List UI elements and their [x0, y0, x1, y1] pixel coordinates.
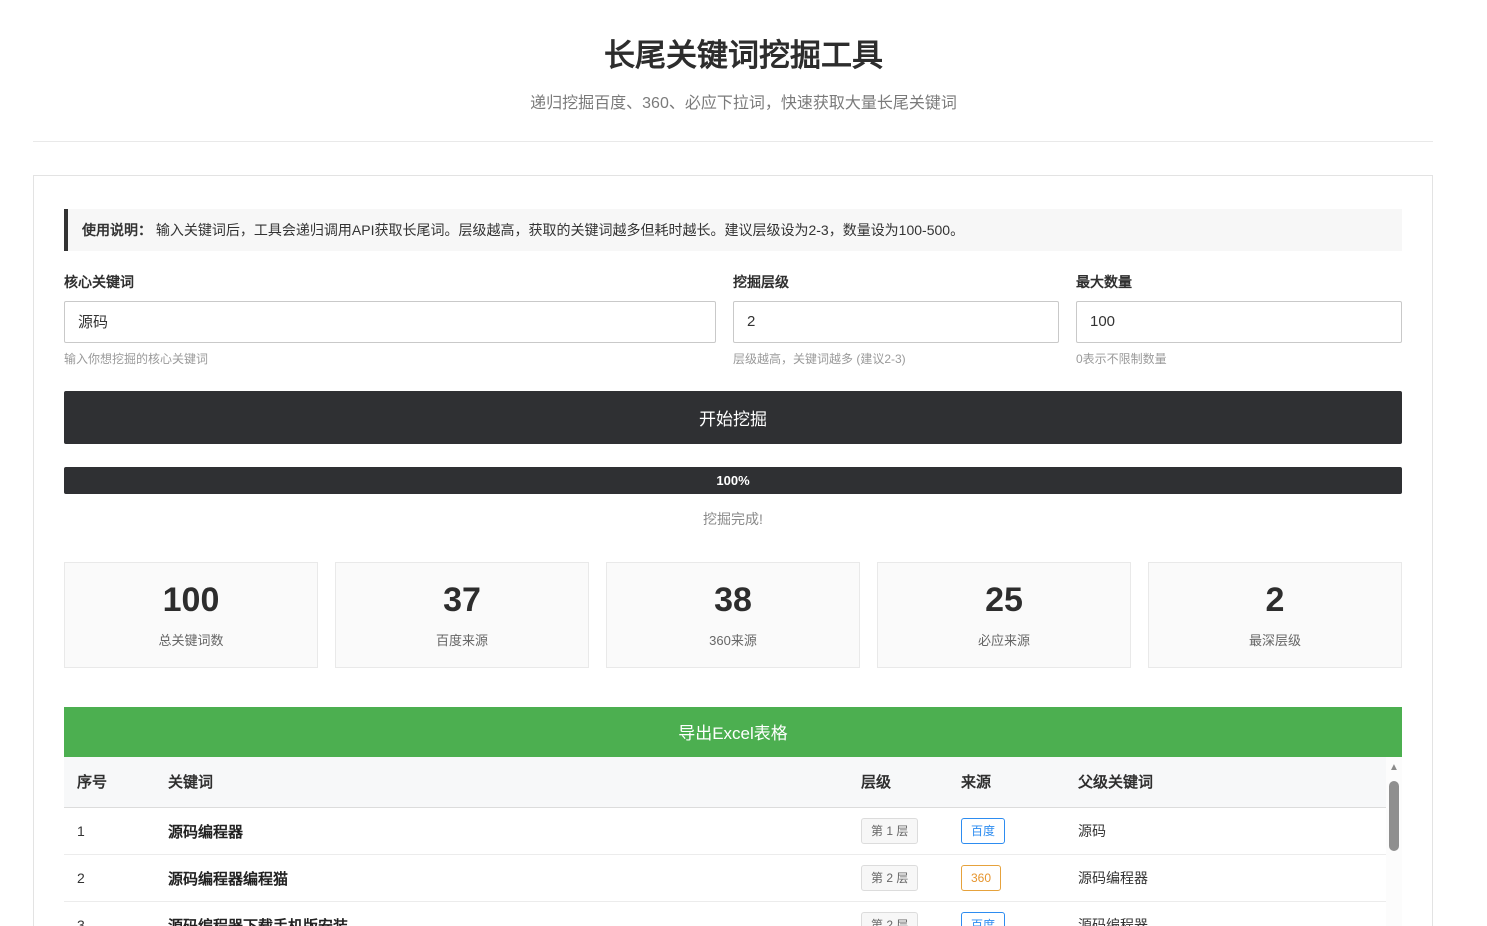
stat-max-depth: 2 最深层级	[1148, 562, 1402, 668]
mining-form: 核心关键词 输入你想挖掘的核心关键词 挖掘层级 层级越高，关键词越多 (建议2-…	[64, 272, 1402, 367]
cell-keyword: 源码编程器下载手机版安装	[155, 902, 848, 926]
core-keyword-label: 核心关键词	[64, 272, 716, 292]
stat-value: 2	[1149, 582, 1401, 619]
stat-baidu-source: 37 百度来源	[335, 562, 589, 668]
progress-fill: 100%	[64, 467, 1402, 494]
table-scrollbar[interactable]: ▲	[1386, 757, 1402, 926]
stat-360-source: 38 360来源	[606, 562, 860, 668]
usage-notice-text: 输入关键词后，工具会递归调用API获取长尾词。层级越高，获取的关键词越多但耗时越…	[156, 222, 964, 238]
header-source: 来源	[948, 757, 1065, 808]
field-core-keyword: 核心关键词 输入你想挖掘的核心关键词	[64, 272, 716, 367]
mining-level-hint: 层级越高，关键词越多 (建议2-3)	[733, 350, 1059, 367]
export-excel-button[interactable]: 导出Excel表格	[64, 707, 1402, 757]
stat-label: 必应来源	[878, 630, 1130, 649]
source-badge: 百度	[961, 912, 1005, 926]
main-panel: 使用说明： 输入关键词后，工具会递归调用API获取长尾词。层级越高，获取的关键词…	[33, 175, 1433, 926]
cell-index: 1	[64, 808, 155, 855]
table-header-row: 序号 关键词 层级 来源 父级关键词	[64, 757, 1386, 808]
progress-bar: 100%	[64, 467, 1402, 494]
mining-level-input[interactable]	[733, 301, 1059, 343]
cell-keyword: 源码编程器	[155, 808, 848, 855]
stat-value: 25	[878, 582, 1130, 619]
table-row: 2 源码编程器编程猫 第 2 层 360 源码编程器	[64, 855, 1386, 902]
progress-status: 挖掘完成!	[64, 509, 1402, 529]
progress-percent: 100%	[716, 473, 749, 488]
stat-value: 100	[65, 582, 317, 619]
mining-level-label: 挖掘层级	[733, 272, 1059, 292]
stat-bing-source: 25 必应来源	[877, 562, 1131, 668]
core-keyword-hint: 输入你想挖掘的核心关键词	[64, 350, 716, 367]
scrollbar-thumb[interactable]	[1389, 781, 1399, 851]
table-row: 3 源码编程器下载手机版安装 第 2 层 百度 源码编程器	[64, 902, 1386, 926]
level-badge: 第 1 层	[861, 818, 918, 844]
stat-value: 37	[336, 582, 588, 619]
header-keyword: 关键词	[155, 757, 848, 808]
page-subtitle: 递归挖掘百度、360、必应下拉词，快速获取大量长尾关键词	[0, 89, 1487, 113]
header-index: 序号	[64, 757, 155, 808]
max-count-input[interactable]	[1076, 301, 1402, 343]
usage-notice: 使用说明： 输入关键词后，工具会递归调用API获取长尾词。层级越高，获取的关键词…	[64, 209, 1402, 251]
header-parent-keyword: 父级关键词	[1065, 757, 1386, 808]
usage-notice-label: 使用说明：	[82, 222, 152, 238]
header-level: 层级	[848, 757, 948, 808]
stat-total-keywords: 100 总关键词数	[64, 562, 318, 668]
results-table-area: 序号 关键词 层级 来源 父级关键词 1 源码编程器 第 1 层 百度 源码 2	[64, 757, 1402, 926]
cell-parent-keyword: 源码编程器	[1065, 902, 1386, 926]
field-max-count: 最大数量 0表示不限制数量	[1076, 272, 1402, 367]
stat-label: 最深层级	[1149, 630, 1401, 649]
cell-keyword: 源码编程器编程猫	[155, 855, 848, 902]
source-badge: 百度	[961, 818, 1005, 844]
header-divider	[33, 141, 1433, 142]
max-count-hint: 0表示不限制数量	[1076, 350, 1402, 367]
results-table: 序号 关键词 层级 来源 父级关键词 1 源码编程器 第 1 层 百度 源码 2	[64, 757, 1386, 926]
stat-label: 百度来源	[336, 630, 588, 649]
cell-index: 2	[64, 855, 155, 902]
stats-row: 100 总关键词数 37 百度来源 38 360来源 25 必应来源 2 最深层…	[64, 562, 1402, 668]
page-header: 长尾关键词挖掘工具 递归挖掘百度、360、必应下拉词，快速获取大量长尾关键词	[0, 0, 1487, 113]
cell-parent-keyword: 源码	[1065, 808, 1386, 855]
field-mining-level: 挖掘层级 层级越高，关键词越多 (建议2-3)	[733, 272, 1059, 367]
cell-index: 3	[64, 902, 155, 926]
level-badge: 第 2 层	[861, 912, 918, 926]
stat-label: 总关键词数	[65, 630, 317, 649]
page-title: 长尾关键词挖掘工具	[0, 38, 1487, 74]
start-mining-button[interactable]: 开始挖掘	[64, 391, 1402, 444]
stat-label: 360来源	[607, 630, 859, 649]
scroll-up-icon[interactable]: ▲	[1389, 763, 1399, 773]
max-count-label: 最大数量	[1076, 272, 1402, 292]
table-row: 1 源码编程器 第 1 层 百度 源码	[64, 808, 1386, 855]
stat-value: 38	[607, 582, 859, 619]
level-badge: 第 2 层	[861, 865, 918, 891]
source-badge: 360	[961, 865, 1001, 891]
cell-parent-keyword: 源码编程器	[1065, 855, 1386, 902]
core-keyword-input[interactable]	[64, 301, 716, 343]
